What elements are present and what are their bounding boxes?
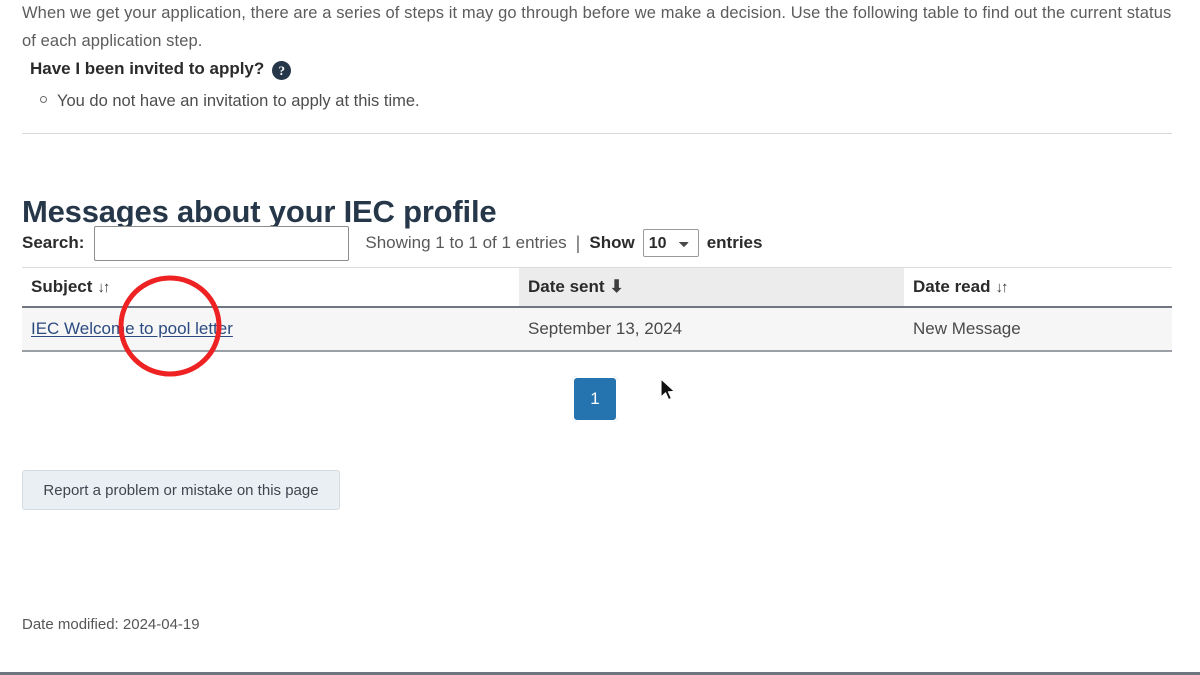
column-header-subject[interactable]: Subject ↓↑ [22, 267, 519, 308]
search-input[interactable] [94, 225, 350, 261]
section-divider [22, 133, 1172, 134]
column-header-date-sent-label: Date sent [528, 277, 605, 296]
table-row: IEC Welcome to pool letter September 13,… [22, 307, 1172, 352]
column-header-date-sent[interactable]: Date sent ⬇ [519, 267, 904, 308]
show-entries-label: Show [589, 233, 635, 252]
sort-descending-icon: ⬇ [609, 277, 624, 296]
list-item: You do not have an invitation to apply a… [40, 92, 420, 111]
messages-table: Subject ↓↑ Date sent ⬇ Date read ↓↑ IEC Wel… [22, 267, 1172, 352]
table-header-row: Subject ↓↑ Date sent ⬇ Date read ↓↑ [22, 267, 1172, 308]
report-problem-button[interactable]: Report a problem or mistake on this page [22, 470, 340, 510]
cell-date-read: New Message [904, 307, 1172, 352]
sort-both-icon: ↓↑ [97, 279, 110, 296]
table-controls: Search: Showing 1 to 1 of 1 entries | Sh… [22, 225, 762, 261]
bullet-circle-icon [40, 96, 47, 103]
date-modified-text: Date modified: 2024-04-19 [22, 616, 200, 633]
list-item-label: You do not have an invitation to apply a… [57, 92, 420, 110]
cell-subject: IEC Welcome to pool letter [22, 307, 519, 352]
showing-entries-text: Showing 1 to 1 of 1 entries [365, 233, 567, 252]
page-length-select[interactable]: 10 [642, 229, 699, 257]
mouse-cursor-icon [660, 378, 675, 401]
sort-both-icon: ↓↑ [995, 279, 1008, 296]
column-header-date-read[interactable]: Date read ↓↑ [904, 267, 1172, 308]
controls-separator: | [575, 232, 581, 253]
search-label: Search: [22, 233, 85, 252]
cell-date-sent: September 13, 2024 [519, 307, 904, 352]
invited-to-apply-heading: Have I been invited to apply? ? [30, 59, 292, 80]
question-mark-circle-icon[interactable]: ? [272, 60, 292, 80]
column-header-date-read-label: Date read [913, 277, 991, 296]
invited-to-apply-heading-label: Have I been invited to apply? [30, 59, 265, 78]
message-subject-link[interactable]: IEC Welcome to pool letter [31, 319, 233, 338]
intro-paragraph: When we get your application, there are … [22, 3, 1172, 50]
entries-label: entries [706, 233, 763, 252]
pagination-page-1[interactable]: 1 [572, 376, 618, 422]
page-root: When we get your application, there are … [0, 0, 1200, 675]
column-header-subject-label: Subject [31, 277, 93, 296]
